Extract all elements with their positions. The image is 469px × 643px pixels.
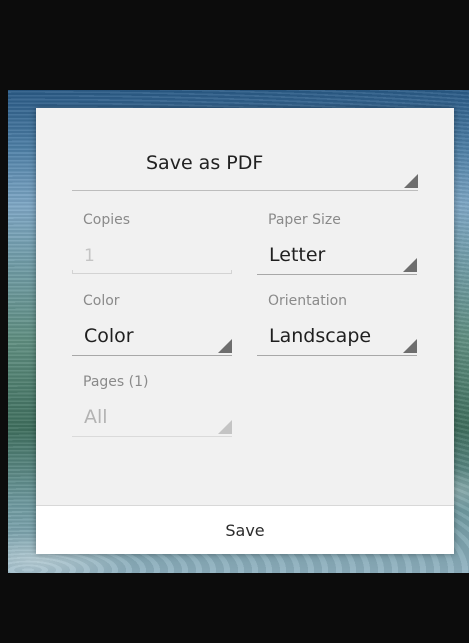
copies-input[interactable]: 1	[72, 244, 232, 274]
paper-size-label: Paper Size	[268, 212, 341, 228]
destination-dropdown[interactable]: Save as PDF	[72, 136, 418, 191]
save-button[interactable]: Save	[36, 506, 454, 554]
copies-underline-tick-left	[72, 270, 73, 274]
pages-value: All	[84, 406, 108, 428]
orientation-value: Landscape	[269, 325, 372, 347]
copies-label: Copies	[83, 212, 131, 228]
copies-underline	[72, 273, 232, 274]
dropdown-triangle-icon	[404, 174, 418, 188]
dropdown-triangle-icon	[403, 339, 417, 353]
dropdown-triangle-icon	[218, 420, 232, 434]
dropdown-triangle-icon	[218, 339, 232, 353]
copies-value: 1	[84, 246, 95, 266]
paper-size-value: Letter	[269, 244, 326, 266]
save-bar: Save	[36, 505, 454, 554]
pages-label: Pages (1)	[83, 374, 149, 390]
bottom-black-bar	[0, 573, 469, 643]
orientation-label: Orientation	[268, 293, 348, 309]
color-value: Color	[84, 325, 134, 347]
color-dropdown[interactable]: Color	[72, 321, 232, 356]
orientation-dropdown[interactable]: Landscape	[257, 321, 417, 356]
paper-size-dropdown[interactable]: Letter	[257, 240, 417, 275]
top-black-bar	[0, 0, 469, 90]
copies-underline-tick-right	[231, 270, 232, 274]
destination-value: Save as PDF	[146, 152, 264, 174]
color-label: Color	[83, 293, 120, 309]
dropdown-triangle-icon	[403, 258, 417, 272]
pages-dropdown[interactable]: All	[72, 402, 232, 437]
print-dialog: Save as PDF Copies 1 Paper Size Letter C…	[36, 108, 454, 554]
